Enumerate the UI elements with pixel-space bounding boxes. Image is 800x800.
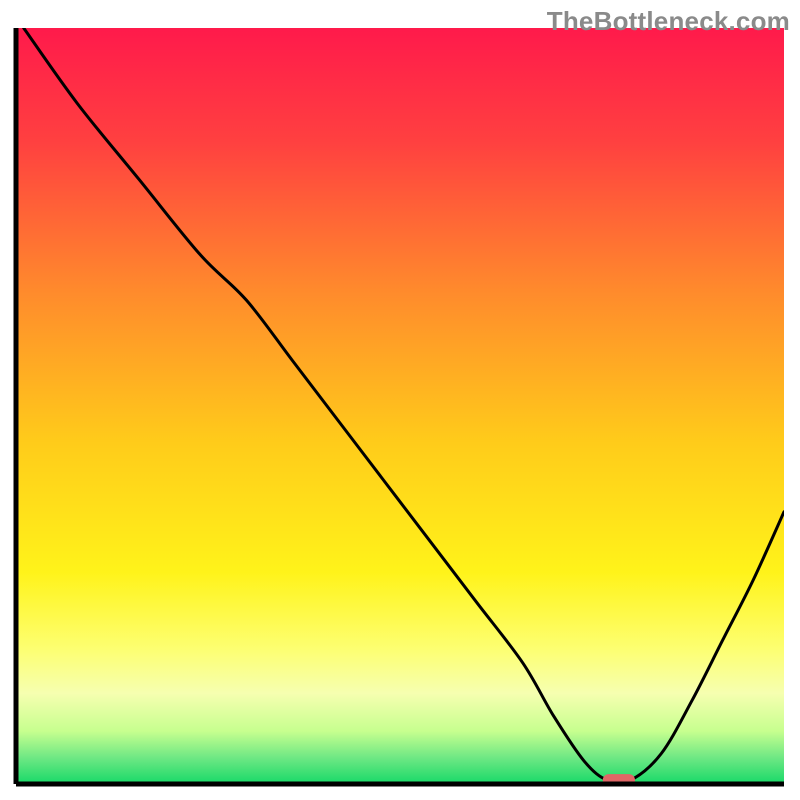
bottleneck-chart: TheBottleneck.com [0, 0, 800, 800]
watermark-text: TheBottleneck.com [547, 6, 790, 37]
chart-svg [0, 0, 800, 800]
gradient-background [16, 28, 784, 784]
